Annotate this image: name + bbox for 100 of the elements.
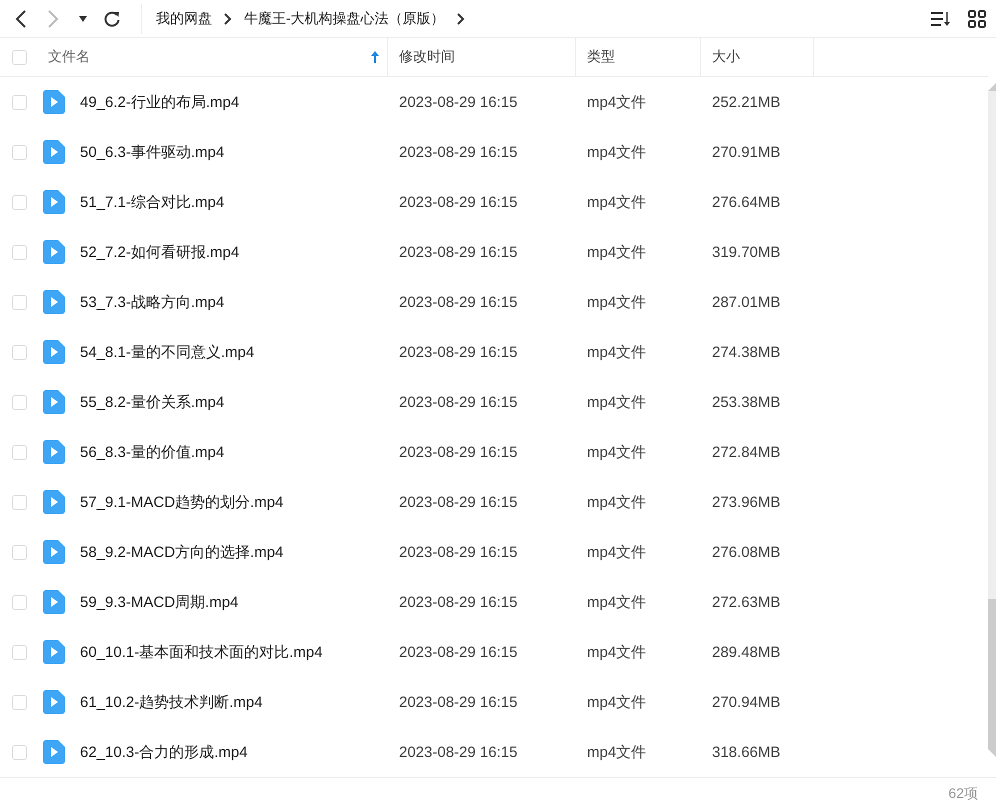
video-file-icon	[43, 640, 65, 664]
modified-date: 2023-08-29 16:15	[399, 144, 518, 160]
modified-date: 2023-08-29 16:15	[399, 294, 518, 310]
file-type: mp4文件	[587, 392, 646, 412]
video-file-icon	[43, 490, 65, 514]
file-type: mp4文件	[587, 192, 646, 212]
sort-list-icon[interactable]	[930, 10, 952, 26]
file-size: 272.63MB	[712, 594, 780, 610]
breadcrumb-item[interactable]: 我的网盘	[156, 10, 212, 28]
column-header[interactable]: 类型	[576, 38, 701, 76]
file-name[interactable]: 53_7.3-战略方向.mp4	[80, 292, 224, 312]
row-checkbox[interactable]	[12, 494, 27, 510]
modified-date: 2023-08-29 16:15	[399, 744, 518, 760]
row-checkbox[interactable]	[12, 294, 27, 310]
item-count: 62项	[948, 785, 978, 803]
file-name[interactable]: 50_6.3-事件驱动.mp4	[80, 142, 224, 162]
row-checkbox[interactable]	[12, 344, 27, 360]
refresh-icon[interactable]	[103, 10, 121, 28]
file-name[interactable]: 55_8.2-量价关系.mp4	[80, 392, 224, 412]
file-size: 274.38MB	[712, 344, 780, 360]
modified-date: 2023-08-29 16:15	[399, 394, 518, 410]
file-size: 270.91MB	[712, 144, 780, 160]
sort-ascending-icon[interactable]	[371, 51, 379, 63]
modified-date: 2023-08-29 16:15	[399, 444, 518, 460]
chevron-icon[interactable]	[456, 12, 465, 24]
file-size: 270.94MB	[712, 694, 780, 710]
file-size: 253.38MB	[712, 394, 780, 410]
row-checkbox[interactable]	[12, 694, 27, 710]
row-checkbox[interactable]	[12, 194, 27, 210]
modified-date: 2023-08-29 16:15	[399, 494, 518, 510]
file-type: mp4文件	[587, 342, 646, 362]
modified-date: 2023-08-29 16:15	[399, 544, 518, 560]
row-checkbox[interactable]	[12, 644, 27, 660]
column-header[interactable]: 文件名	[43, 38, 388, 76]
file-size: 287.01MB	[712, 294, 780, 310]
video-file-icon	[43, 140, 65, 164]
file-size: 276.08MB	[712, 544, 780, 560]
file-name[interactable]: 62_10.3-合力的形成.mp4	[80, 742, 248, 762]
file-size: 318.66MB	[712, 744, 780, 760]
file-size: 289.48MB	[712, 644, 780, 660]
row-checkbox[interactable]	[12, 744, 27, 760]
file-name[interactable]: 59_9.3-MACD周期.mp4	[80, 592, 238, 612]
video-file-icon	[43, 240, 65, 264]
file-name[interactable]: 57_9.1-MACD趋势的划分.mp4	[80, 492, 284, 512]
modified-date: 2023-08-29 16:15	[399, 244, 518, 260]
file-name[interactable]: 61_10.2-趋势技术判断.mp4	[80, 692, 263, 712]
file-type: mp4文件	[587, 592, 646, 612]
row-checkbox[interactable]	[12, 394, 27, 410]
forward-icon[interactable]	[47, 8, 59, 28]
file-type: mp4文件	[587, 542, 646, 562]
file-name[interactable]: 58_9.2-MACD方向的选择.mp4	[80, 542, 284, 562]
file-size: 252.21MB	[712, 94, 780, 110]
chevron-icon[interactable]	[224, 12, 232, 24]
file-size: 276.64MB	[712, 194, 780, 210]
video-file-icon	[43, 590, 65, 614]
file-name[interactable]: 51_7.1-综合对比.mp4	[80, 192, 224, 212]
file-size: 272.84MB	[712, 444, 780, 460]
file-size: 273.96MB	[712, 494, 780, 510]
video-file-icon	[43, 690, 65, 714]
row-checkbox[interactable]	[12, 444, 27, 460]
file-name[interactable]: 56_8.3-量的价值.mp4	[80, 442, 224, 462]
modified-date: 2023-08-29 16:15	[399, 344, 518, 360]
file-type: mp4文件	[587, 242, 646, 262]
file-name[interactable]: 54_8.1-量的不同意义.mp4	[80, 342, 254, 362]
grid-view-icon[interactable]	[968, 10, 986, 28]
file-type: mp4文件	[587, 442, 646, 462]
video-file-icon	[43, 440, 65, 464]
file-size: 319.70MB	[712, 244, 780, 260]
video-file-icon	[43, 390, 65, 414]
file-type: mp4文件	[587, 492, 646, 512]
column-header[interactable]: 修改时间	[388, 38, 576, 76]
row-checkbox[interactable]	[12, 144, 27, 160]
row-checkbox[interactable]	[12, 594, 27, 610]
file-type: mp4文件	[587, 642, 646, 662]
modified-date: 2023-08-29 16:15	[399, 194, 518, 210]
back-icon[interactable]	[15, 8, 27, 28]
file-type: mp4文件	[587, 692, 646, 712]
file-type: mp4文件	[587, 742, 646, 762]
dropdown-icon[interactable]	[79, 16, 87, 22]
video-file-icon	[43, 90, 65, 114]
video-file-icon	[43, 740, 65, 764]
file-type: mp4文件	[587, 142, 646, 162]
file-type: mp4文件	[587, 92, 646, 112]
row-checkbox[interactable]	[12, 94, 27, 110]
row-checkbox[interactable]	[12, 544, 27, 560]
video-file-icon	[43, 540, 65, 564]
modified-date: 2023-08-29 16:15	[399, 94, 518, 110]
file-name[interactable]: 60_10.1-基本面和技术面的对比.mp4	[80, 642, 323, 662]
breadcrumb-item[interactable]: 牛魔王-大机构操盘心法（原版）	[244, 10, 445, 28]
file-name[interactable]: 49_6.2-行业的布局.mp4	[80, 92, 240, 112]
video-file-icon	[43, 190, 65, 214]
file-type: mp4文件	[587, 292, 646, 312]
video-file-icon	[43, 290, 65, 314]
modified-date: 2023-08-29 16:15	[399, 694, 518, 710]
row-checkbox[interactable]	[12, 244, 27, 260]
file-name[interactable]: 52_7.2-如何看研报.mp4	[80, 242, 240, 262]
column-header[interactable]: 大小	[701, 38, 814, 76]
video-file-icon	[43, 340, 65, 364]
select-all-checkbox[interactable]	[12, 50, 27, 64]
modified-date: 2023-08-29 16:15	[399, 594, 518, 610]
